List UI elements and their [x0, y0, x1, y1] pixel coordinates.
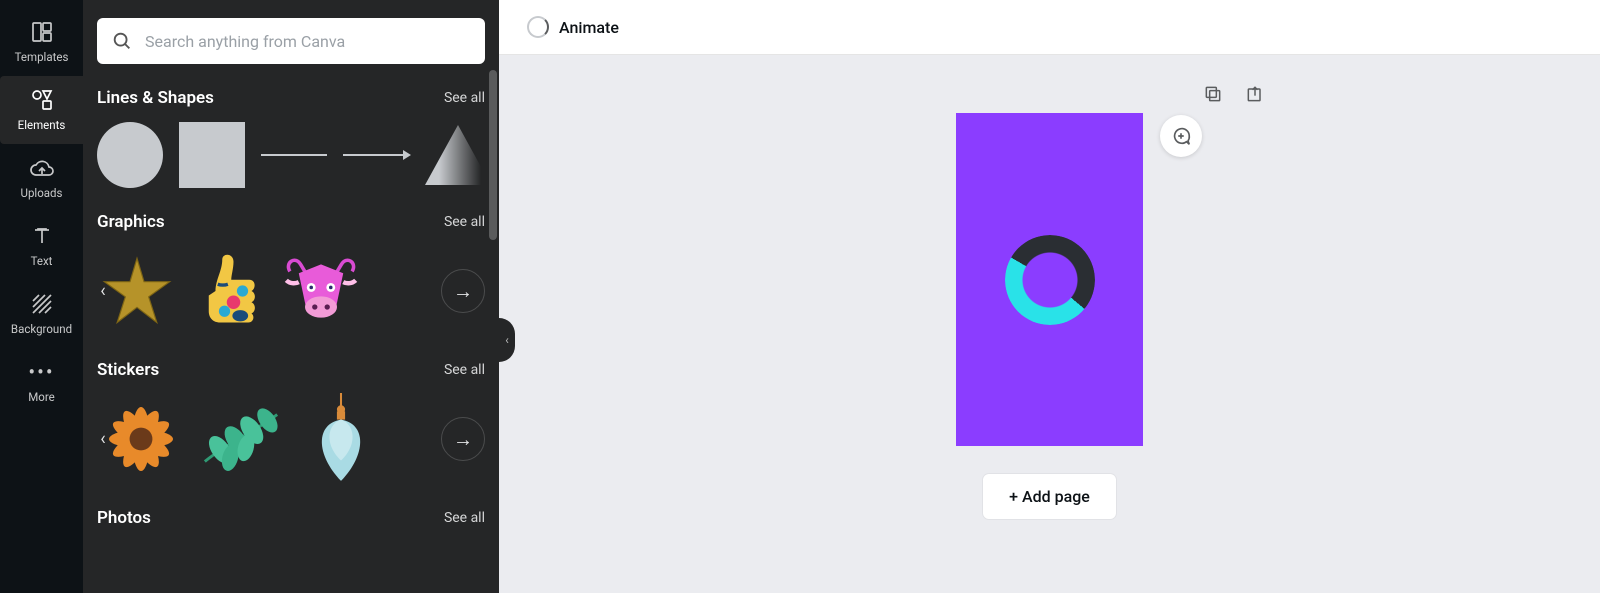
section-title: Photos: [97, 508, 151, 528]
uploads-icon: [30, 156, 54, 180]
see-all-link[interactable]: See all: [444, 90, 485, 106]
sticker-ornament[interactable]: [297, 394, 385, 484]
more-icon: •••: [28, 360, 54, 384]
rail-label: Elements: [18, 118, 66, 132]
ornament-icon: [304, 393, 378, 485]
section-head: Lines & Shapes See all: [97, 88, 485, 108]
see-all-link[interactable]: See all: [444, 510, 485, 526]
rail-item-more[interactable]: ••• More: [0, 348, 83, 416]
rail-label: Templates: [15, 50, 69, 64]
templates-icon: [30, 20, 54, 44]
page[interactable]: [956, 113, 1143, 446]
section-head: Photos See all: [97, 508, 485, 528]
search-container: [97, 18, 485, 64]
animate-icon: [527, 16, 549, 38]
background-icon: [30, 292, 54, 316]
section-head: Stickers See all: [97, 360, 485, 380]
rail-item-elements[interactable]: Elements: [0, 76, 83, 144]
rail-label: Uploads: [21, 186, 63, 200]
rail-item-text[interactable]: Text: [0, 212, 83, 280]
rail-label: Text: [31, 254, 53, 268]
section-stickers: Stickers See all ‹: [97, 360, 485, 484]
comment-icon: [1170, 125, 1192, 147]
chevron-left-icon[interactable]: ‹: [93, 429, 113, 450]
flower-icon: [101, 399, 181, 479]
shape-square[interactable]: [179, 122, 245, 188]
duplicate-icon: [1203, 84, 1223, 104]
animate-label: Animate: [559, 18, 619, 37]
shape-line[interactable]: [261, 154, 327, 156]
leaf-icon: [197, 401, 285, 477]
next-stickers-button[interactable]: →: [441, 417, 485, 461]
rail-item-background[interactable]: Background: [0, 280, 83, 348]
search-icon: [111, 30, 133, 52]
export-page-button[interactable]: [1244, 83, 1266, 105]
see-all-link[interactable]: See all: [444, 362, 485, 378]
shape-circle[interactable]: [97, 122, 163, 188]
thumb-icon: [193, 246, 265, 336]
cow-icon: [281, 248, 361, 334]
app-root: Templates Elements Uploads Text Backgrou…: [0, 0, 1600, 593]
stickers-row: ‹: [97, 394, 485, 484]
see-all-link[interactable]: See all: [444, 214, 485, 230]
search-input[interactable]: [97, 18, 485, 64]
add-page-button[interactable]: + Add page: [983, 474, 1116, 519]
editor-topbar: Animate: [499, 0, 1600, 55]
shape-triangle[interactable]: [425, 125, 485, 185]
chevron-left-icon[interactable]: ‹: [93, 281, 113, 302]
rail-item-uploads[interactable]: Uploads: [0, 144, 83, 212]
shape-arrow[interactable]: [343, 154, 409, 156]
section-graphics: Graphics See all ‹: [97, 212, 485, 336]
next-graphics-button[interactable]: →: [441, 269, 485, 313]
section-head: Graphics See all: [97, 212, 485, 232]
text-icon: [30, 224, 54, 248]
page-canvas[interactable]: [956, 113, 1143, 446]
add-page-label: + Add page: [1009, 487, 1090, 506]
export-icon: [1245, 84, 1265, 104]
page-actions: [1202, 83, 1266, 105]
graphic-thumbs-up[interactable]: [189, 246, 269, 336]
nav-rail: Templates Elements Uploads Text Backgrou…: [0, 0, 83, 593]
rail-item-templates[interactable]: Templates: [0, 8, 83, 76]
sticker-leaf[interactable]: [197, 394, 285, 484]
section-photos: Photos See all: [97, 508, 485, 542]
graphic-cow[interactable]: [281, 246, 361, 336]
elements-icon: [30, 88, 54, 112]
section-lines-shapes: Lines & Shapes See all ›: [97, 88, 485, 188]
section-title: Stickers: [97, 360, 159, 380]
add-comment-button[interactable]: [1160, 115, 1202, 157]
loading-spinner: [1005, 235, 1095, 325]
section-title: Graphics: [97, 212, 165, 232]
shapes-row-items: [97, 122, 485, 188]
chevron-right-icon[interactable]: ›: [488, 143, 499, 168]
editor: Animate + Add page: [499, 0, 1600, 593]
elements-panel: Lines & Shapes See all › Graphics See al…: [83, 0, 499, 593]
canvas-area: + Add page: [499, 55, 1600, 593]
duplicate-page-button[interactable]: [1202, 83, 1224, 105]
graphics-row: ‹: [97, 246, 485, 336]
rail-label: Background: [11, 322, 72, 336]
section-title: Lines & Shapes: [97, 88, 214, 108]
animate-button[interactable]: Animate: [519, 10, 627, 44]
rail-label: More: [28, 390, 55, 404]
shapes-row: ›: [97, 122, 485, 188]
